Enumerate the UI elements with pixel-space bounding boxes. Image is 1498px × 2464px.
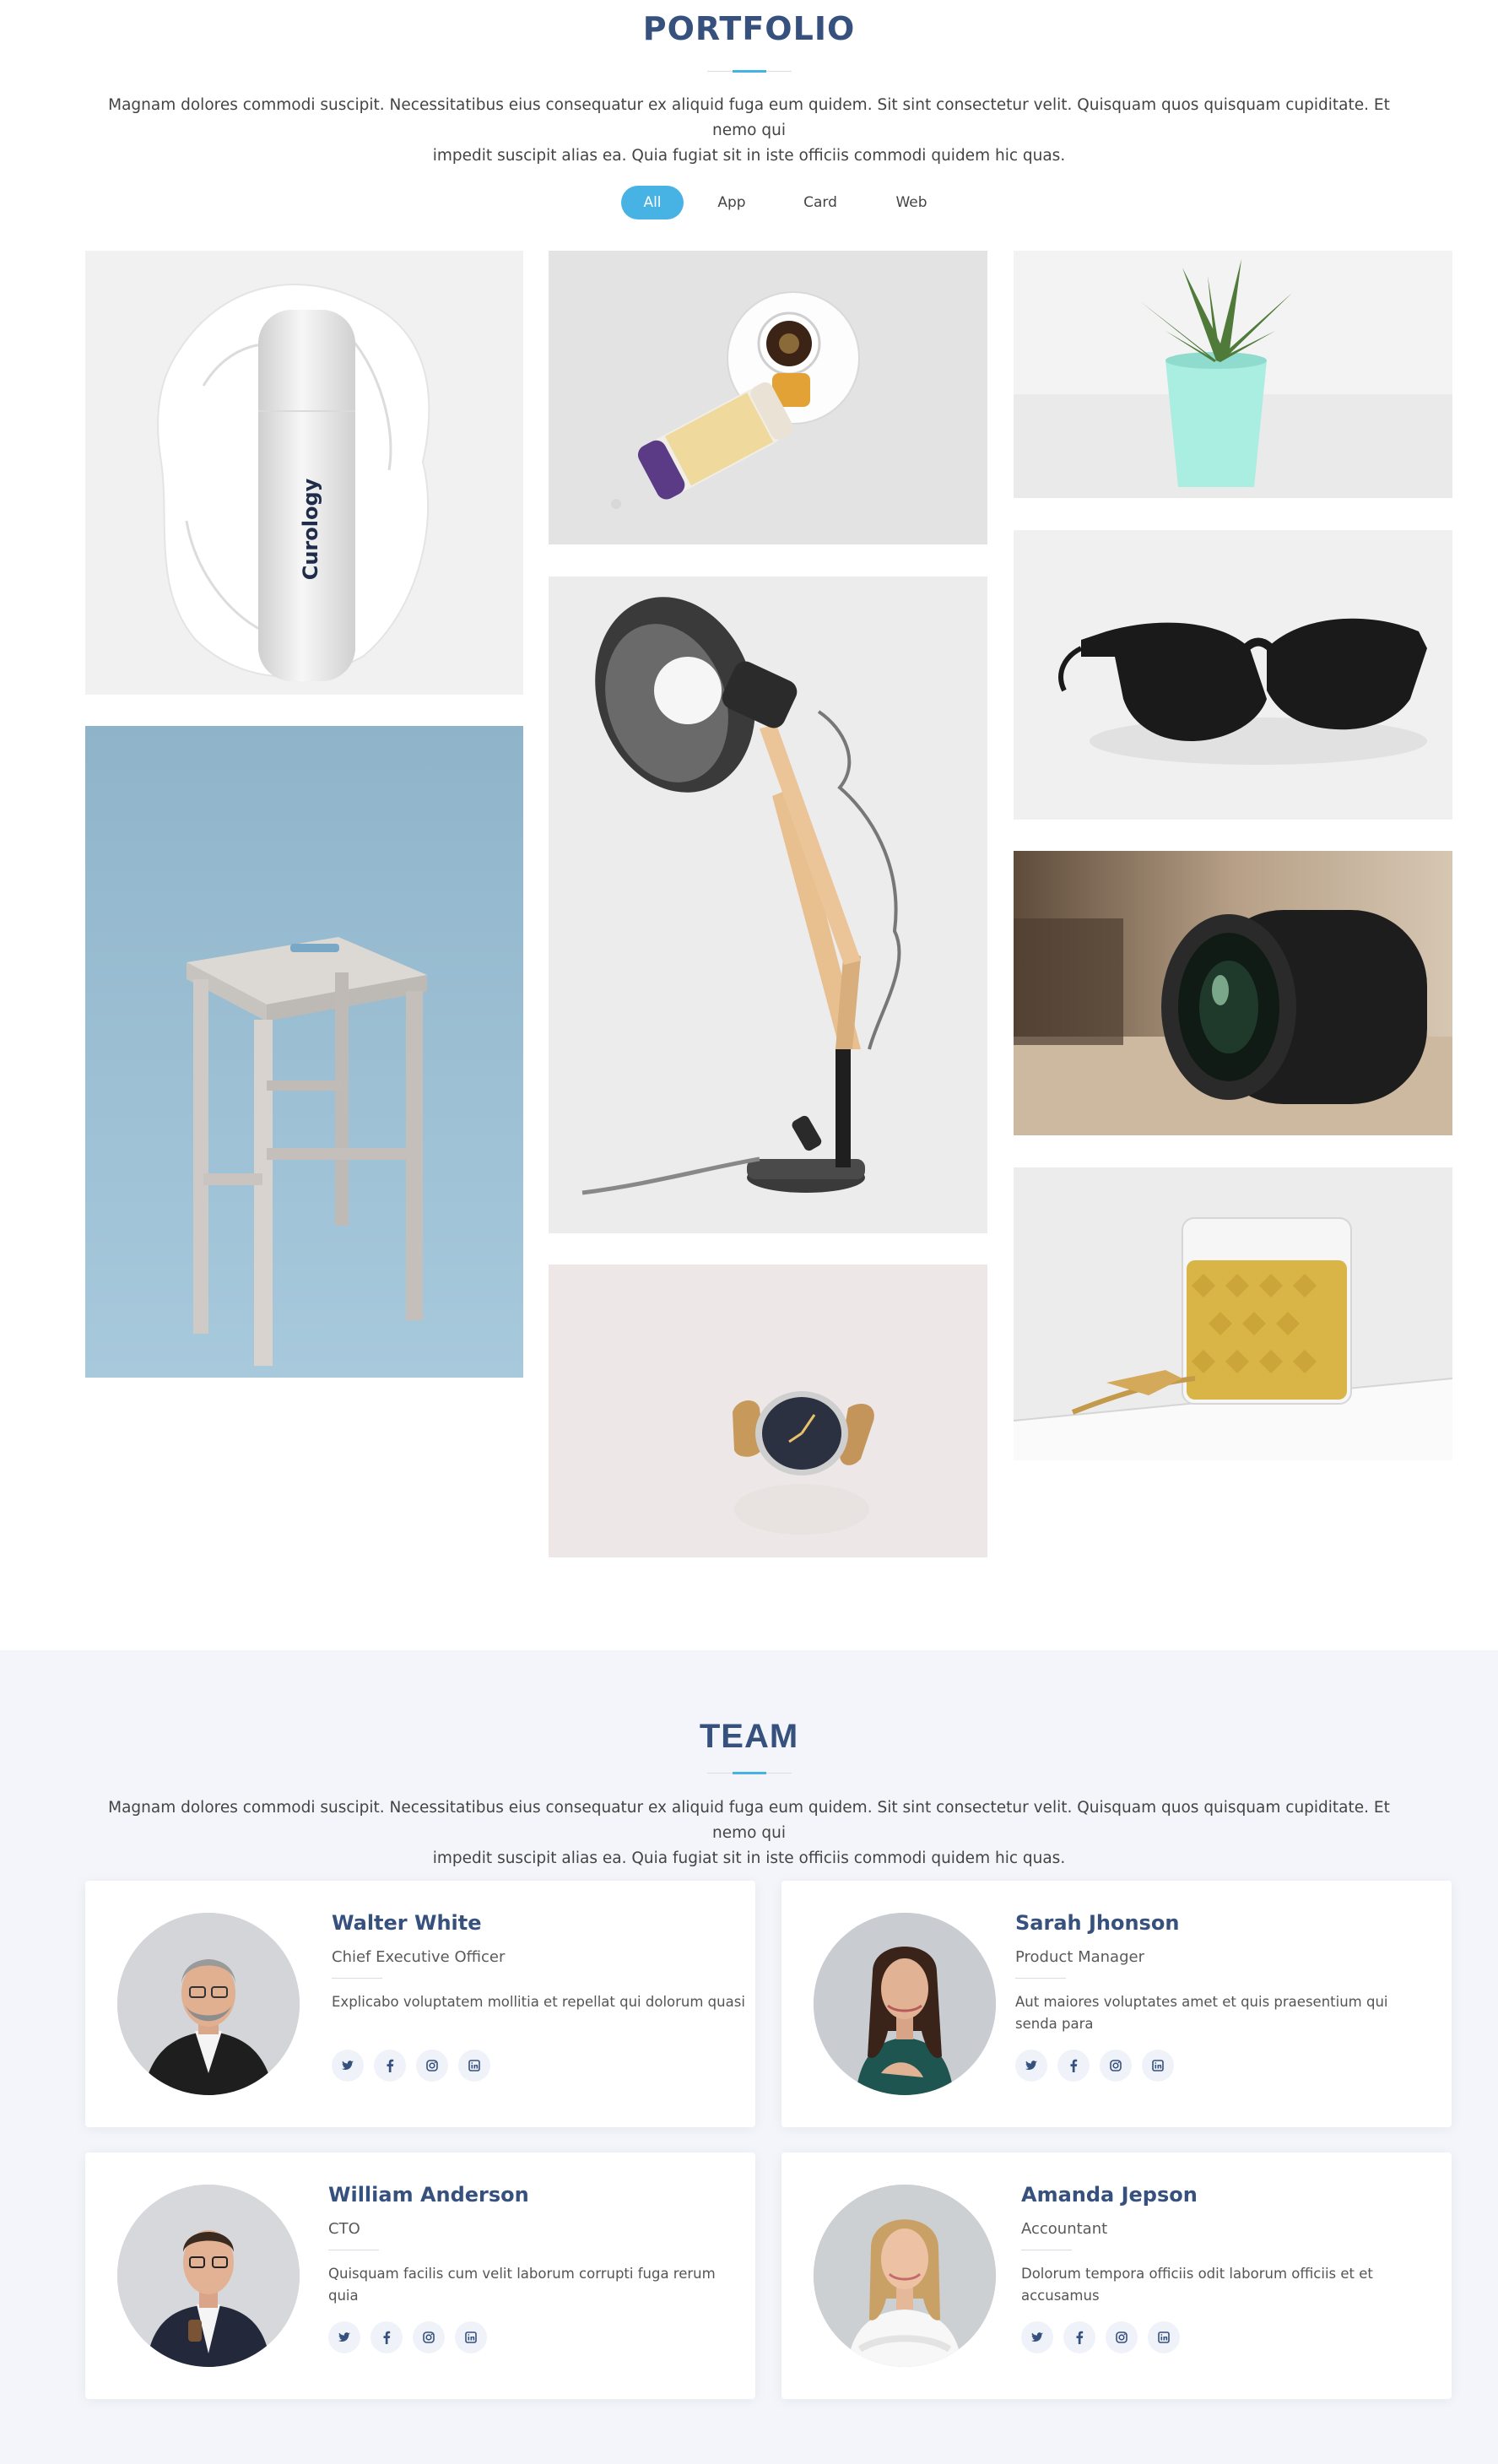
- portfolio-item-skincare-bottle[interactable]: Curology: [85, 251, 523, 695]
- filter-app[interactable]: App: [700, 186, 763, 219]
- tea-image: [549, 251, 987, 544]
- facebook-icon[interactable]: [370, 2321, 403, 2353]
- stool-image: [85, 726, 523, 1378]
- member-name: Sarah Jhonson: [1015, 1911, 1180, 1935]
- filter-web[interactable]: Web: [878, 186, 945, 219]
- portfolio-section: PORTFOLIO Magnam dolores commodi suscipi…: [0, 0, 1498, 1650]
- skincare-bottle-image: Curology: [85, 251, 523, 695]
- twitter-icon[interactable]: [1015, 2050, 1047, 2082]
- team-member-card: Amanda Jepson Accountant Dolorum tempora…: [781, 2153, 1452, 2399]
- team-section: TEAM Magnam dolores commodi suscipit. Ne…: [0, 1650, 1498, 2464]
- linkedin-icon[interactable]: [455, 2321, 487, 2353]
- twitter-icon[interactable]: [328, 2321, 360, 2353]
- member-bio: Aut maiores voluptates amet et quis prae…: [1015, 1994, 1388, 2032]
- sunglasses-image: [1014, 530, 1452, 820]
- member-divider: [332, 1978, 382, 1979]
- bottle-brand-text: Curology: [299, 478, 322, 580]
- member-role: CTO: [328, 2220, 360, 2238]
- team-member-card: Walter White Chief Executive Officer Exp…: [85, 1881, 755, 2127]
- member-bio: Explicabo voluptatem mollitia et repella…: [332, 1994, 745, 2010]
- avatar-image: [117, 2185, 300, 2367]
- lens-image: [1014, 851, 1452, 1135]
- avatar-image: [117, 1913, 300, 2095]
- portfolio-title: PORTFOLIO: [642, 10, 856, 47]
- title-underline-accent: [733, 70, 766, 73]
- avatar: [117, 1913, 300, 2095]
- team-description: Magnam dolores commodi suscipit. Necessi…: [84, 1795, 1414, 1871]
- avatar-image: [814, 2185, 996, 2367]
- member-name: William Anderson: [328, 2183, 529, 2207]
- portfolio-item-wooden-stool[interactable]: [85, 726, 523, 1378]
- facebook-icon[interactable]: [374, 2050, 406, 2082]
- portfolio-description-line: Magnam dolores commodi suscipit. Necessi…: [108, 96, 1390, 139]
- member-divider: [1015, 1978, 1066, 1979]
- avatar: [814, 2185, 996, 2367]
- member-role: Chief Executive Officer: [332, 1948, 506, 1966]
- avatar: [814, 1913, 996, 2095]
- social-links: [332, 2050, 500, 2082]
- member-role: Product Manager: [1015, 1948, 1144, 1966]
- portfolio-item-sunglasses[interactable]: [1014, 530, 1452, 820]
- member-role: Accountant: [1021, 2220, 1108, 2238]
- twitter-icon[interactable]: [332, 2050, 364, 2082]
- member-bio: Dolorum tempora officiis odit laborum of…: [1021, 2266, 1373, 2304]
- instagram-icon[interactable]: [1100, 2050, 1132, 2082]
- linkedin-icon[interactable]: [1142, 2050, 1174, 2082]
- filter-all[interactable]: All: [621, 186, 684, 219]
- member-bio: Quisquam facilis cum velit laborum corru…: [328, 2266, 716, 2304]
- portfolio-item-desk-lamp[interactable]: [549, 577, 987, 1233]
- portfolio-description-line: impedit suscipit alias ea. Quia fugiat s…: [432, 147, 1066, 165]
- lamp-image: [549, 577, 987, 1233]
- team-description-line: impedit suscipit alias ea. Quia fugiat s…: [432, 1849, 1066, 1867]
- filter-card[interactable]: Card: [785, 186, 856, 219]
- drink-image: [1014, 1167, 1452, 1460]
- member-name: Amanda Jepson: [1021, 2183, 1198, 2207]
- social-links: [1021, 2321, 1190, 2353]
- team-title: TEAM: [699, 1718, 799, 1755]
- social-links: [1015, 2050, 1184, 2082]
- watch-image: [549, 1264, 987, 1557]
- avatar-image: [814, 1913, 996, 2095]
- portfolio-description: Magnam dolores commodi suscipit. Necessi…: [84, 93, 1414, 169]
- instagram-icon[interactable]: [413, 2321, 445, 2353]
- instagram-icon[interactable]: [416, 2050, 448, 2082]
- portfolio-item-glass-of-drink[interactable]: [1014, 1167, 1452, 1460]
- portfolio-item-tea-and-honey[interactable]: [549, 251, 987, 544]
- facebook-icon[interactable]: [1063, 2321, 1095, 2353]
- linkedin-icon[interactable]: [1148, 2321, 1180, 2353]
- linkedin-icon[interactable]: [458, 2050, 490, 2082]
- team-member-card: William Anderson CTO Quisquam facilis cu…: [85, 2153, 755, 2399]
- social-links: [328, 2321, 497, 2353]
- portfolio-item-camera-lens[interactable]: [1014, 851, 1452, 1135]
- instagram-icon[interactable]: [1106, 2321, 1138, 2353]
- member-name: Walter White: [332, 1911, 482, 1935]
- team-description-line: Magnam dolores commodi suscipit. Necessi…: [108, 1799, 1390, 1842]
- portfolio-item-wristwatch[interactable]: [549, 1264, 987, 1557]
- team-member-card: Sarah Jhonson Product Manager Aut maiore…: [781, 1881, 1452, 2127]
- twitter-icon[interactable]: [1021, 2321, 1053, 2353]
- plant-image: [1014, 251, 1452, 498]
- facebook-icon[interactable]: [1057, 2050, 1090, 2082]
- portfolio-item-potted-succulent[interactable]: [1014, 251, 1452, 498]
- title-underline-accent: [733, 1772, 766, 1774]
- portfolio-filters: All App Card Web: [0, 186, 1498, 219]
- avatar: [117, 2185, 300, 2367]
